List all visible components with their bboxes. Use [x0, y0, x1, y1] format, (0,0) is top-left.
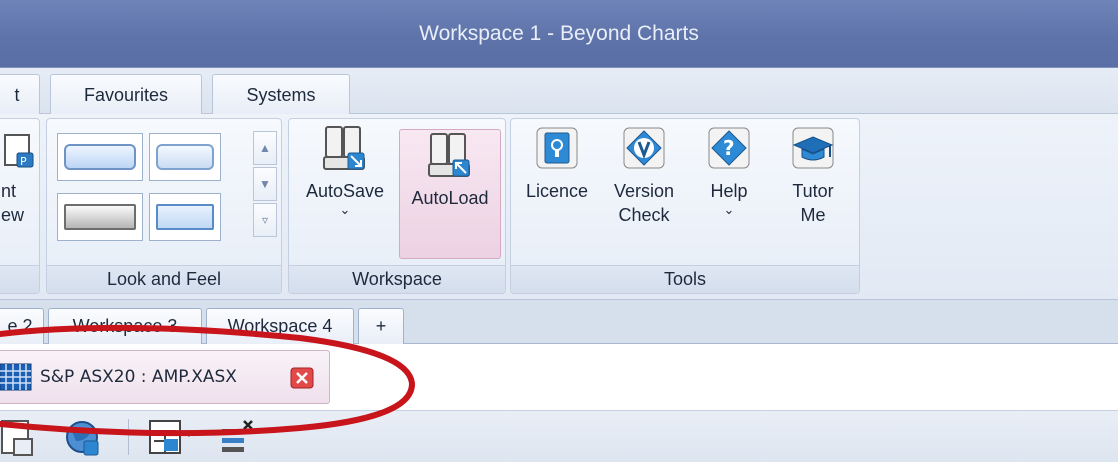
tab-workspace-2[interactable]: e 2: [0, 308, 44, 344]
ribbon-group-partial: P nt ew: [0, 118, 40, 294]
print-preview-icon: P: [1, 125, 41, 173]
workspace-group-label: Workspace: [289, 265, 505, 293]
window-title: Workspace 1 - Beyond Charts: [419, 22, 699, 45]
ribbon-group-workspace: AutoSave ⌄ AutoLoad Workspace: [288, 118, 506, 294]
tutor-me-label-2: Me: [800, 205, 826, 225]
globe-icon[interactable]: [64, 417, 102, 457]
add-workspace-tab-button[interactable]: +: [358, 308, 404, 344]
grid-icon: [0, 363, 32, 397]
ribbon: P nt ew ▲ ▼ ▿ Look and Feel AutoSave ⌄ A…: [0, 114, 1118, 300]
print-preview-label-1: nt: [1, 181, 17, 201]
theme-swatch-blue-pale[interactable]: [149, 133, 221, 181]
ribbon-tab-partial-label: t: [14, 85, 20, 105]
ribbon-group-tools: Licence Version Check ? Help ⌄ Tutor Me …: [510, 118, 860, 294]
version-check-icon: [621, 125, 667, 173]
tutor-me-button[interactable]: Tutor Me: [773, 125, 853, 227]
chart-tab-strip: S&P ASX20 : AMP.XASX: [0, 344, 1118, 410]
licence-icon: [534, 125, 580, 173]
version-check-button[interactable]: Version Check: [601, 125, 687, 227]
tab-favourites-label: Favourites: [83, 85, 169, 105]
layout-dropdown-icon[interactable]: [146, 417, 196, 457]
chart-tab-label: S&P ASX20 : AMP.XASX: [40, 367, 237, 387]
print-preview-button[interactable]: P nt ew: [0, 125, 39, 227]
ribbon-tab-strip: t Favourites Systems: [0, 68, 1118, 114]
tab-workspace-3-label: Workspace 3: [72, 316, 178, 336]
help-label: Help: [710, 181, 748, 201]
theme-swatch-blue-square[interactable]: [149, 193, 221, 241]
autoload-label: AutoLoad: [411, 188, 489, 208]
ribbon-tab-partial[interactable]: t: [0, 74, 40, 114]
chart-tab[interactable]: S&P ASX20 : AMP.XASX: [0, 350, 330, 404]
theme-swatch-blue-light[interactable]: [57, 133, 143, 181]
add-workspace-label: +: [375, 316, 387, 336]
help-button[interactable]: ? Help ⌄: [691, 125, 767, 217]
autosave-label: AutoSave: [305, 181, 385, 201]
workspace-tab-strip: e 2 Workspace 3 Workspace 4 +: [0, 300, 1118, 344]
gallery-scroll-up-button[interactable]: ▲: [253, 131, 277, 165]
tab-workspace-4-label: Workspace 4: [227, 316, 333, 336]
tab-favourites[interactable]: Favourites: [50, 74, 202, 114]
autosave-icon: [322, 125, 368, 173]
tools-group-label: Tools: [511, 265, 859, 293]
help-dropdown-arrow[interactable]: ⌄: [691, 203, 767, 217]
graduation-cap-icon: [790, 125, 836, 173]
autoload-icon: [427, 132, 473, 180]
page-icon[interactable]: [0, 417, 36, 457]
autosave-dropdown-arrow[interactable]: ⌄: [295, 203, 395, 217]
version-check-label-2: Check: [618, 205, 670, 225]
clear-lines-icon[interactable]: [218, 417, 256, 457]
gallery-expand-button[interactable]: ▿: [253, 203, 277, 237]
autosave-button[interactable]: AutoSave ⌄: [295, 125, 395, 217]
ribbon-group-look-and-feel: ▲ ▼ ▿ Look and Feel: [46, 118, 282, 294]
toolbar-separator: [128, 419, 129, 455]
gallery-scroll-down-button[interactable]: ▼: [253, 167, 277, 201]
tutor-me-label-1: Tutor: [792, 181, 834, 201]
look-and-feel-label: Look and Feel: [47, 265, 281, 293]
licence-label: Licence: [525, 181, 589, 201]
svg-text:?: ?: [723, 136, 735, 160]
title-bar: Workspace 1 - Beyond Charts: [0, 0, 1118, 68]
close-icon[interactable]: [290, 367, 314, 395]
tab-workspace-4[interactable]: Workspace 4: [206, 308, 354, 344]
svg-text:P: P: [20, 155, 27, 168]
tab-systems-label: Systems: [246, 85, 316, 105]
chart-toolbar: [0, 410, 1118, 462]
autoload-button[interactable]: AutoLoad: [399, 129, 501, 259]
tab-workspace-3[interactable]: Workspace 3: [48, 308, 202, 344]
tab-systems[interactable]: Systems: [212, 74, 350, 114]
print-preview-label-2: ew: [1, 205, 25, 225]
ribbon-group-partial-label: [0, 265, 39, 293]
tab-workspace-2-label: e 2: [7, 316, 33, 336]
version-check-label-1: Version: [613, 181, 675, 201]
theme-swatch-silver[interactable]: [57, 193, 143, 241]
licence-button[interactable]: Licence: [517, 125, 597, 203]
help-icon: ?: [706, 125, 752, 173]
